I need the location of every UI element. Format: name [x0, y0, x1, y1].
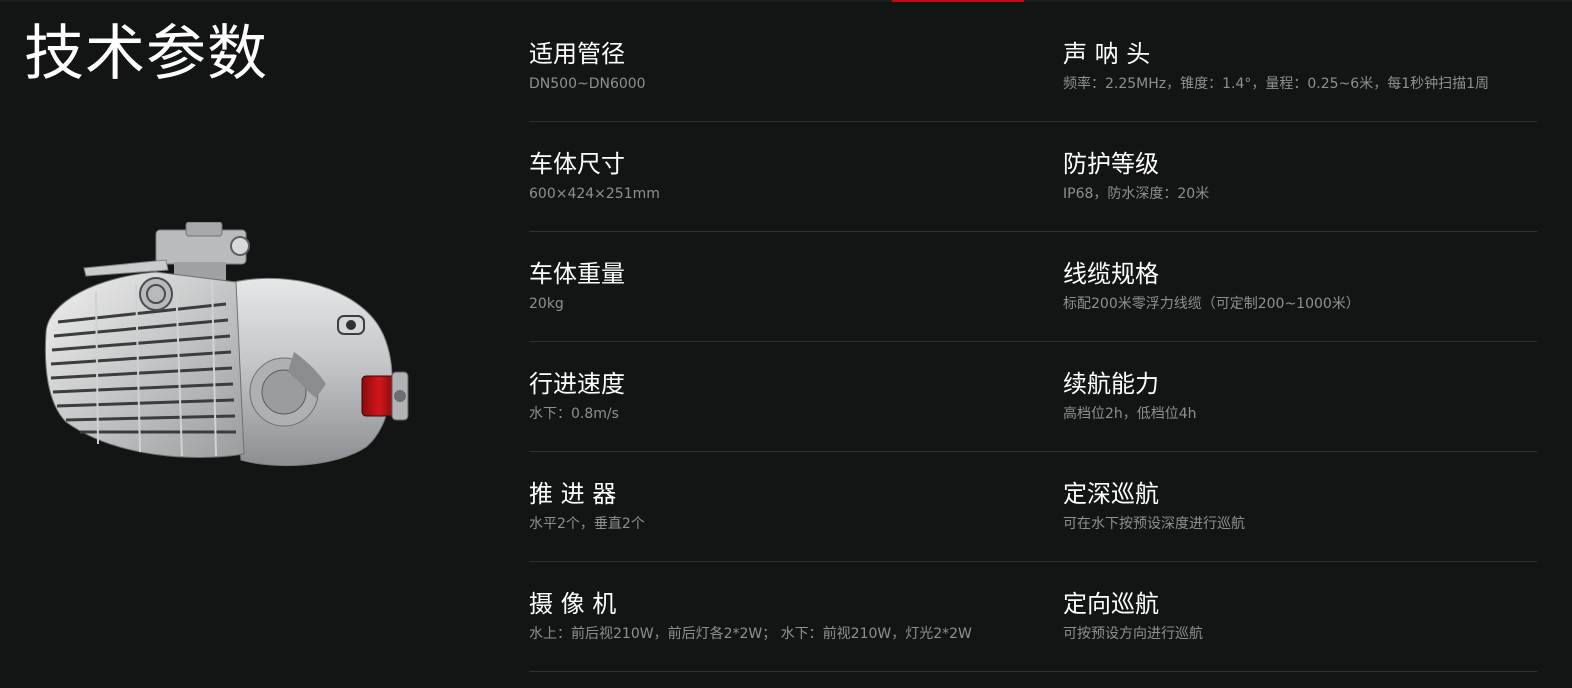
spec-item-body-size: 车体尺寸 600×424×251mm	[529, 148, 1049, 203]
spec-value: 频率：2.25MHz，锥度：1.4°，量程：0.25~6米，每1秒钟扫描1周	[1063, 76, 1490, 92]
spec-label: 行进速度	[529, 370, 625, 398]
spec-value: 标配200米零浮力线缆（可定制200~1000米）	[1063, 296, 1360, 312]
tech-spec-page: 技术参数 适用管径 DN500~DN6000 声 呐 头 频率：2.25MHz，…	[0, 0, 1572, 688]
spec-grid: 适用管径 DN500~DN6000 声 呐 头 频率：2.25MHz，锥度：1.…	[529, 12, 1537, 672]
spec-row: 车体重量 20kg 线缆规格 标配200米零浮力线缆（可定制200~1000米）	[529, 232, 1537, 342]
spec-label: 声 呐 头	[1063, 40, 1151, 68]
spec-value: 可按预设方向进行巡航	[1063, 626, 1203, 642]
spec-item-pipe-diameter: 适用管径 DN500~DN6000	[529, 38, 1049, 93]
spec-row: 推 进 器 水平2个，垂直2个 定深巡航 可在水下按预设深度进行巡航	[529, 452, 1537, 562]
product-image	[36, 221, 416, 472]
spec-value: IP68，防水深度：20米	[1063, 186, 1210, 202]
spec-value: 水下：0.8m/s	[529, 406, 619, 422]
spec-value: DN500~DN6000	[529, 76, 646, 92]
spec-label: 续航能力	[1063, 370, 1159, 398]
spec-item-travel-speed: 行进速度 水下：0.8m/s	[529, 368, 1049, 423]
spec-item-camera: 摄 像 机 水上：前后视210W，前后灯各2*2W； 水下：前视210W，灯光2…	[529, 588, 1049, 643]
spec-item-protection-rating: 防护等级 IP68，防水深度：20米	[1063, 148, 1537, 203]
spec-label: 摄 像 机	[529, 590, 617, 618]
spec-item-body-weight: 车体重量 20kg	[529, 258, 1049, 313]
spec-item-heading-cruise: 定向巡航 可按预设方向进行巡航	[1063, 588, 1537, 643]
spec-label: 车体尺寸	[529, 150, 625, 178]
spec-item-endurance: 续航能力 高档位2h，低档位4h	[1063, 368, 1537, 423]
page-title: 技术参数	[24, 19, 268, 89]
spec-row: 车体尺寸 600×424×251mm 防护等级 IP68，防水深度：20米	[529, 122, 1537, 232]
spec-label: 防护等级	[1063, 150, 1159, 178]
underwater-pipe-robot-image	[44, 221, 409, 467]
spec-value: 600×424×251mm	[529, 186, 660, 202]
spec-item-cable-spec: 线缆规格 标配200米零浮力线缆（可定制200~1000米）	[1063, 258, 1537, 313]
spec-value: 高档位2h，低档位4h	[1063, 406, 1197, 422]
active-tab-indicator	[892, 0, 1024, 2]
spec-item-sonar-head: 声 呐 头 频率：2.25MHz，锥度：1.4°，量程：0.25~6米，每1秒钟…	[1063, 38, 1537, 93]
spec-label: 定深巡航	[1063, 480, 1159, 508]
spec-item-thrusters: 推 进 器 水平2个，垂直2个	[529, 478, 1049, 533]
spec-label: 推 进 器	[529, 480, 617, 508]
spec-label: 适用管径	[529, 40, 625, 68]
spec-item-depth-cruise: 定深巡航 可在水下按预设深度进行巡航	[1063, 478, 1537, 533]
spec-value: 水平2个，垂直2个	[529, 516, 645, 532]
spec-value: 20kg	[529, 296, 564, 312]
top-divider	[0, 0, 1572, 2]
spec-label: 定向巡航	[1063, 590, 1159, 618]
spec-row: 摄 像 机 水上：前后视210W，前后灯各2*2W； 水下：前视210W，灯光2…	[529, 562, 1537, 672]
spec-row: 适用管径 DN500~DN6000 声 呐 头 频率：2.25MHz，锥度：1.…	[529, 12, 1537, 122]
spec-value: 水上：前后视210W，前后灯各2*2W； 水下：前视210W，灯光2*2W	[529, 626, 972, 642]
spec-value: 可在水下按预设深度进行巡航	[1063, 516, 1245, 532]
spec-label: 线缆规格	[1063, 260, 1159, 288]
spec-label: 车体重量	[529, 260, 625, 288]
spec-row: 行进速度 水下：0.8m/s 续航能力 高档位2h，低档位4h	[529, 342, 1537, 452]
